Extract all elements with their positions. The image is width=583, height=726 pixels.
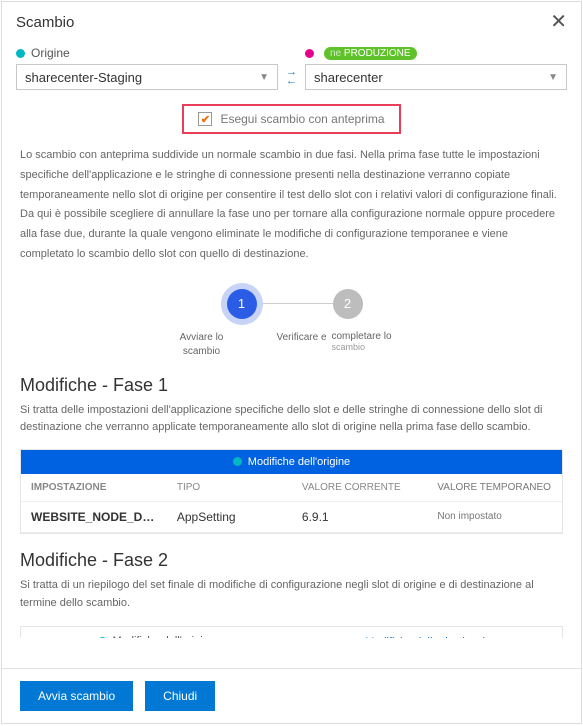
- step-2-label-c: scambio: [332, 342, 366, 352]
- step-1-label: Avviare lo scambio: [162, 331, 242, 359]
- source-dot-icon: [98, 637, 107, 638]
- cell-temp: Non impostato: [437, 511, 552, 522]
- phase2-heading: Modifiche - Fase 2: [2, 544, 581, 575]
- phase1-table-title: Modifiche dell'origine: [248, 456, 350, 468]
- col-current: VALORE CORRENTE: [302, 482, 437, 493]
- chevron-down-icon: ▼: [259, 72, 269, 83]
- panel-title: Scambio: [16, 14, 74, 31]
- col-setting: IMPOSTAZIONE: [31, 482, 177, 493]
- source-dot-icon: [16, 49, 25, 58]
- source-dot-icon: [233, 457, 242, 466]
- step-1: 1: [221, 283, 263, 325]
- tab-source-label: Modifiche dell'origine: [113, 635, 215, 638]
- preview-swap-checkbox-row[interactable]: ✔ Esegui scambio con anteprima: [182, 104, 400, 134]
- production-badge: ne PRODUZIONE: [324, 47, 417, 60]
- phase1-heading: Modifiche - Fase 1: [2, 369, 581, 400]
- preview-swap-label: Esegui scambio con anteprima: [220, 112, 384, 126]
- target-dot-icon: [305, 49, 314, 58]
- phase1-table: Modifiche dell'origine IMPOSTAZIONE TIPO…: [20, 449, 563, 534]
- phase2-tabs: Modifiche dell'origine Modifiche della d…: [20, 626, 563, 638]
- step-2: 2: [333, 289, 363, 319]
- col-type: TIPO: [177, 482, 302, 493]
- step-connector: [263, 303, 333, 304]
- description-text: Lo scambio con anteprima suddivide un no…: [2, 142, 581, 265]
- target-select-value: sharecenter: [314, 70, 383, 85]
- target-select[interactable]: sharecenter ▼: [305, 64, 567, 90]
- tab-target-changes[interactable]: Modifiche della destinazione: [292, 627, 563, 638]
- cell-current: 6.9.1: [302, 510, 437, 524]
- chevron-down-icon: ▼: [548, 72, 558, 83]
- phase1-table-title-bar: Modifiche dell'origine: [21, 450, 562, 474]
- tab-source-changes[interactable]: Modifiche dell'origine: [21, 627, 292, 638]
- source-select[interactable]: sharecenter-Staging ▼: [16, 64, 278, 90]
- checkbox-icon[interactable]: ✔: [198, 112, 212, 126]
- step-1-number: 1: [227, 289, 257, 319]
- phase1-desc: Si tratta delle impostazioni dell'applic…: [2, 400, 581, 445]
- table-row: WEBSITE_NODE_D… AppSetting 6.9.1 Non imp…: [21, 502, 562, 533]
- cell-type: AppSetting: [177, 510, 302, 524]
- close-icon[interactable]: ✕: [550, 12, 567, 32]
- steps-indicator: 1 2: [2, 283, 581, 325]
- tab-target-label: Modifiche della destinazione: [365, 636, 503, 638]
- step-2-label-a: Verificare e: [262, 331, 342, 359]
- col-temp: VALORE TEMPORANEO: [437, 482, 552, 493]
- close-button[interactable]: Chiudi: [145, 681, 215, 711]
- step-2-label-b: completare lo: [332, 331, 392, 342]
- phase2-desc: Si tratta di un riepilogo del set finale…: [2, 575, 581, 620]
- start-swap-button[interactable]: Avvia scambio: [20, 681, 133, 711]
- swap-icon: →←: [286, 68, 297, 90]
- source-label: Origine: [31, 46, 70, 60]
- source-select-value: sharecenter-Staging: [25, 70, 142, 85]
- cell-setting: WEBSITE_NODE_D…: [31, 510, 177, 524]
